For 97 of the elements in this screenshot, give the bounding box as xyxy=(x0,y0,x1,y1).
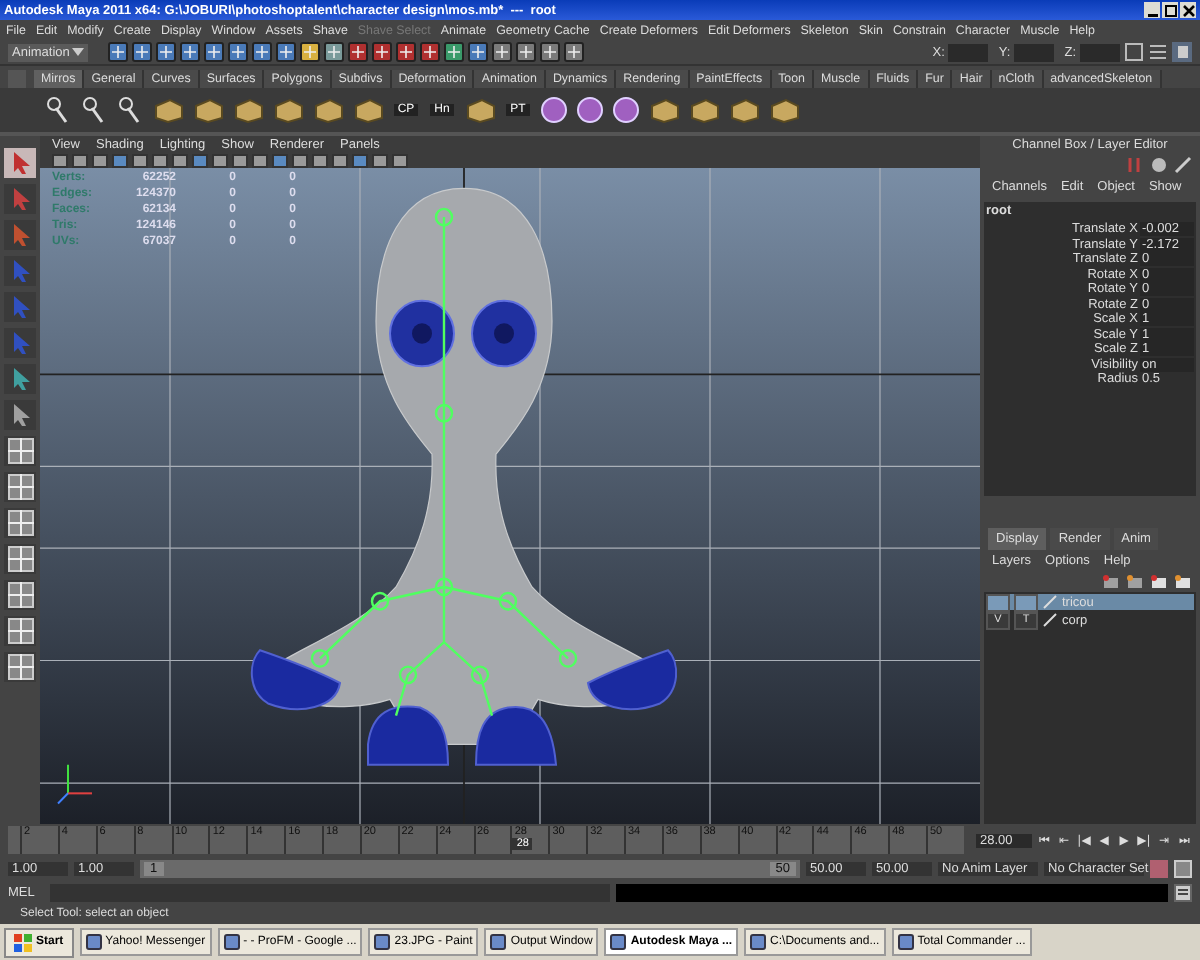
layout-tool-button[interactable] xyxy=(4,508,36,538)
sphere-icon xyxy=(612,96,640,124)
toolbar-icon[interactable] xyxy=(564,42,584,62)
toolbar-icon[interactable] xyxy=(444,42,464,62)
shelf-button[interactable] xyxy=(192,94,224,126)
cube-icon xyxy=(312,96,344,124)
shelf-button[interactable] xyxy=(464,94,496,126)
shelf-button[interactable] xyxy=(576,94,604,126)
layer-tool-icon[interactable] xyxy=(1126,574,1144,590)
toolbar-icon[interactable] xyxy=(516,42,536,62)
sphere-icon xyxy=(540,96,568,124)
toolbar-icon[interactable] xyxy=(420,42,440,62)
layout-tool-button[interactable] xyxy=(4,616,36,646)
shelf-button[interactable] xyxy=(688,94,720,126)
input-field[interactable] xyxy=(1080,43,1120,61)
cube-icon xyxy=(192,96,224,124)
shelf-button[interactable] xyxy=(312,94,344,126)
shelf-button[interactable] xyxy=(352,94,384,126)
app-icon xyxy=(897,934,914,950)
list-icon[interactable] xyxy=(1148,42,1168,62)
axis-icon xyxy=(57,764,92,805)
cube-icon xyxy=(232,96,264,124)
close-button[interactable] xyxy=(1180,2,1196,18)
maximize-button[interactable] xyxy=(1162,2,1178,18)
layout-icon xyxy=(7,618,33,644)
layout-icon xyxy=(7,582,33,608)
layer-toggle[interactable] xyxy=(1014,593,1038,611)
toolbar-icon[interactable] xyxy=(252,42,272,62)
toolbar-icon[interactable] xyxy=(324,42,344,62)
shelf-button[interactable] xyxy=(728,94,760,126)
toolbar-icon[interactable] xyxy=(468,42,488,62)
toolbar-icon[interactable] xyxy=(372,42,392,62)
layout-icon xyxy=(7,546,33,572)
shelf-button[interactable] xyxy=(232,94,264,126)
paint-tool-button[interactable] xyxy=(4,220,36,250)
layout-icon xyxy=(7,654,33,680)
shelf-handle[interactable] xyxy=(8,70,26,88)
cube-icon xyxy=(768,96,800,124)
toolbar-icon[interactable] xyxy=(396,42,416,62)
cube-icon xyxy=(272,96,304,124)
select-tool-button[interactable] xyxy=(4,148,36,178)
toolbar-icon[interactable] xyxy=(276,42,296,62)
layout-tool-button[interactable] xyxy=(4,472,36,502)
layout-icon xyxy=(7,510,33,536)
minimize-button[interactable] xyxy=(1144,2,1160,18)
toolbar-icon[interactable] xyxy=(180,42,200,62)
toolbar-icon[interactable] xyxy=(540,42,560,62)
toolbar-icon[interactable] xyxy=(132,42,152,62)
cube-icon xyxy=(464,96,496,124)
shelf-button[interactable] xyxy=(272,94,304,126)
app-icon xyxy=(85,934,102,950)
cube-icon xyxy=(352,96,384,124)
circle-icon[interactable] xyxy=(1150,156,1168,174)
app-icon xyxy=(750,934,767,950)
toolbar-icon[interactable] xyxy=(156,42,176,62)
toolbar-icon[interactable] xyxy=(348,42,368,62)
panel-icon[interactable] xyxy=(1124,42,1144,62)
layout-icon xyxy=(7,474,33,500)
shelf-button[interactable] xyxy=(648,94,680,126)
toolbar-icon[interactable] xyxy=(204,42,224,62)
cube-icon xyxy=(728,96,760,124)
toolbar-icon[interactable] xyxy=(300,42,320,62)
last-tool-button[interactable] xyxy=(4,400,36,430)
cube-icon xyxy=(688,96,720,124)
app-icon xyxy=(374,934,391,950)
layer-toggle[interactable] xyxy=(986,593,1010,611)
cube-icon xyxy=(152,96,184,124)
toolbar-icon[interactable] xyxy=(108,42,128,62)
layout-tool-button[interactable] xyxy=(4,544,36,574)
toolbar-icon[interactable] xyxy=(228,42,248,62)
layout-tool-button[interactable] xyxy=(4,436,36,466)
layout-icon xyxy=(7,438,33,464)
close-icon xyxy=(1181,3,1195,17)
shelf-button[interactable] xyxy=(152,94,184,126)
caret-icon xyxy=(72,47,84,57)
layout-tool-button[interactable] xyxy=(4,652,36,682)
sphere-icon xyxy=(576,96,604,124)
windows-flag-icon xyxy=(14,933,32,951)
manip-tool-button[interactable] xyxy=(4,364,36,394)
layer-tool-icon[interactable] xyxy=(1102,574,1120,590)
app-icon xyxy=(610,934,627,950)
pencil-icon[interactable] xyxy=(1174,156,1192,174)
shelf-button[interactable] xyxy=(540,94,568,126)
layout-tool-button[interactable] xyxy=(4,580,36,610)
layer-tool-icon[interactable] xyxy=(1174,574,1192,590)
shelf-button[interactable] xyxy=(612,94,640,126)
layer-tool-icon[interactable] xyxy=(1150,574,1168,590)
script-editor-icon[interactable] xyxy=(1174,883,1192,901)
toolbar-icon[interactable] xyxy=(492,42,512,62)
input-field[interactable] xyxy=(948,43,989,61)
app-icon xyxy=(490,934,507,950)
maximize-icon xyxy=(1163,3,1177,17)
preferences-icon[interactable] xyxy=(1174,859,1192,877)
input-field[interactable] xyxy=(1014,43,1055,61)
shelf-button[interactable] xyxy=(768,94,800,126)
app-icon xyxy=(223,934,240,950)
cube-icon xyxy=(648,96,680,124)
